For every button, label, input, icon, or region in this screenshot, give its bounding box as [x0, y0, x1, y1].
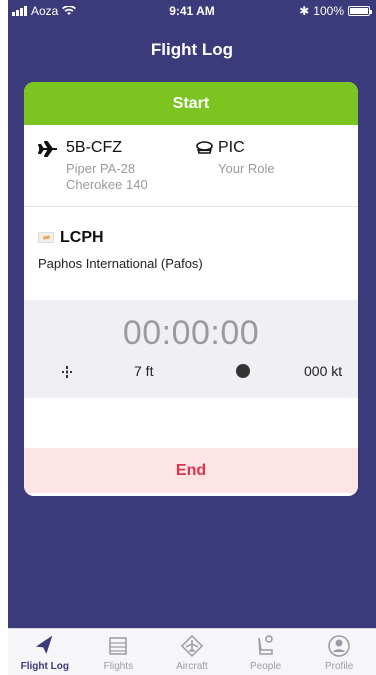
- card-spacer: [24, 398, 358, 448]
- profile-icon: [328, 635, 350, 657]
- aircraft-model: Piper PA-28 Cherokee 140: [66, 161, 148, 192]
- people-icon: [257, 635, 273, 655]
- timer-panel: 00:00:00 7 ft 000 kt: [24, 300, 358, 398]
- tab-label: Aircraft: [176, 661, 208, 672]
- start-button[interactable]: Start: [24, 82, 358, 125]
- tab-bar: Flight Log Flights Aircraft People Profi…: [8, 628, 376, 675]
- aircraft-registration: 5B-CFZ: [66, 139, 122, 156]
- tab-flights[interactable]: Flights: [82, 629, 156, 675]
- page-title: Flight Log: [150, 40, 234, 59]
- role-selector[interactable]: PIC Your Role: [196, 139, 275, 176]
- country-flag-icon: [38, 232, 54, 243]
- speed-value: 000 kt: [304, 363, 343, 379]
- end-button[interactable]: End: [24, 448, 358, 493]
- role-label: Your Role: [218, 161, 275, 176]
- tab-people[interactable]: People: [229, 629, 303, 675]
- tab-label: Profile: [324, 661, 354, 672]
- list-icon: [109, 637, 128, 655]
- altitude-value: 7 ft: [134, 363, 154, 379]
- flight-card: Start 5B-CFZ Piper PA-28 Cherokee 140 PI…: [24, 82, 358, 496]
- tab-profile[interactable]: Profile: [302, 629, 376, 675]
- tab-flight-log[interactable]: Flight Log: [8, 629, 82, 675]
- battery-percent: 100%: [313, 4, 344, 18]
- tab-label: People: [250, 661, 282, 672]
- airport-selector[interactable]: LCPH Paphos International (Pafos): [24, 207, 358, 300]
- pilot-cap-icon: [196, 141, 213, 154]
- tab-label: Flight Log: [20, 661, 69, 672]
- airport-name: Paphos International (Pafos): [38, 256, 203, 271]
- plane-icon: [38, 141, 57, 157]
- screen: Aoza 9:41 AM ✱ 100% Flight Log Start 5B-…: [0, 0, 376, 675]
- tab-aircraft[interactable]: Aircraft: [155, 629, 229, 675]
- status-bar: Aoza 9:41 AM ✱ 100%: [8, 0, 376, 22]
- tab-label: Flights: [103, 661, 134, 672]
- flight-timer: 00:00:00: [122, 314, 260, 352]
- aircraft-selector[interactable]: 5B-CFZ Piper PA-28 Cherokee 140: [38, 139, 176, 193]
- plane-icon: [35, 635, 53, 654]
- altitude-icon: [62, 366, 72, 378]
- airport-code: LCPH: [60, 229, 104, 246]
- status-right: ✱ 100%: [299, 4, 372, 18]
- aircraft-role-row: 5B-CFZ Piper PA-28 Cherokee 140 PIC Your…: [24, 125, 358, 207]
- aircraft-icon: [180, 634, 204, 658]
- speed-gauge-icon: [236, 364, 250, 378]
- bluetooth-icon: ✱: [299, 4, 310, 18]
- airport-code-line: LCPH: [38, 229, 104, 247]
- battery-icon: [348, 6, 372, 16]
- role-value: PIC: [218, 139, 245, 156]
